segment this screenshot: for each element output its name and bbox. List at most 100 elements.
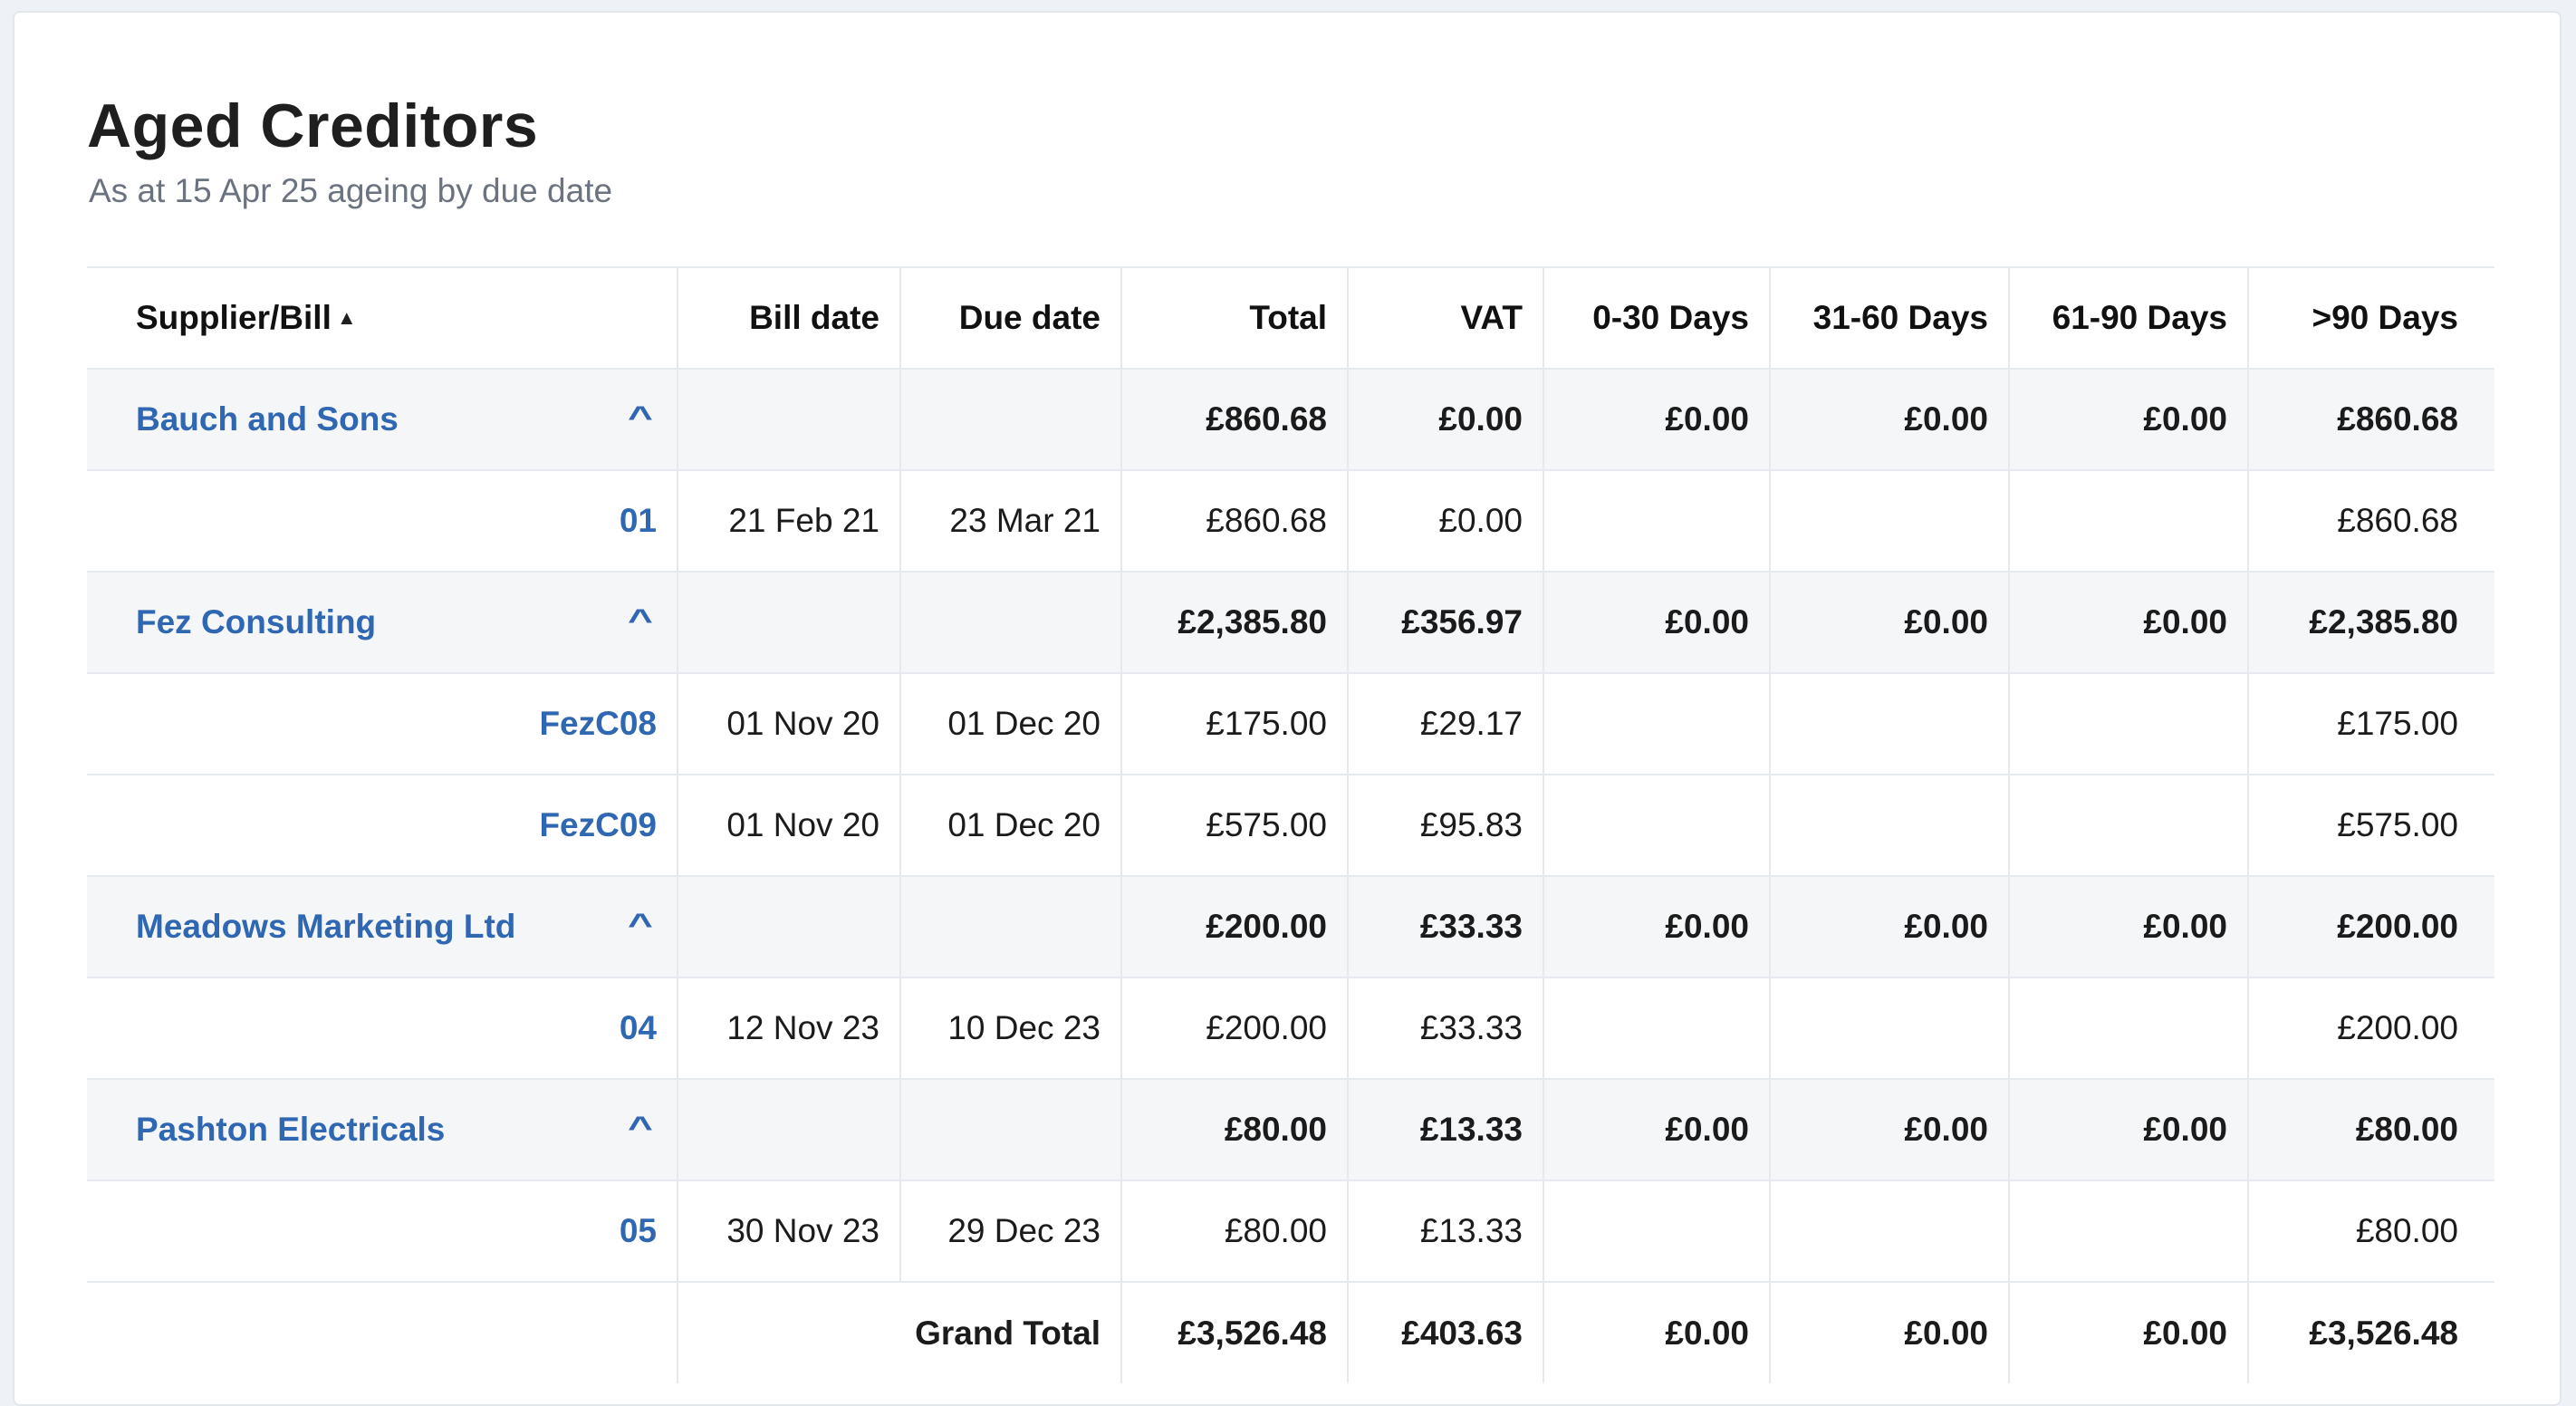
column-header-0-30-days[interactable]: 0-30 Days <box>1543 266 1771 369</box>
report-card: Aged Creditors As at 15 Apr 25 ageing by… <box>13 11 2562 1406</box>
bill-link[interactable]: 01 <box>620 502 657 539</box>
grand-total-label: Grand Total <box>678 1281 1122 1383</box>
column-header-31-60-days[interactable]: 31-60 Days <box>1770 266 2010 369</box>
grand-total-0-30-days: £0.00 <box>1543 1281 1771 1383</box>
empty-cell <box>678 571 901 673</box>
bill-link[interactable]: FezC09 <box>539 806 657 843</box>
supplier-name-cell: Bauch and Sons ^ <box>87 368 678 470</box>
supplier-31-60-days: £0.00 <box>1770 368 2010 470</box>
bill-row: FezC09 01 Nov 20 01 Dec 20 £575.00 £95.8… <box>87 774 2494 876</box>
supplier-over-90-days: £860.68 <box>2248 368 2494 470</box>
grand-total-over-90-days: £3,526.48 <box>2248 1281 2494 1383</box>
bill-due-date: 10 Dec 23 <box>900 977 1122 1079</box>
supplier-31-60-days: £0.00 <box>1770 571 2010 673</box>
bill-61-90-days <box>2009 774 2249 876</box>
bill-0-30-days <box>1543 672 1771 775</box>
bill-link[interactable]: FezC08 <box>539 705 657 742</box>
page-title: Aged Creditors <box>87 91 539 160</box>
supplier-61-90-days: £0.00 <box>2009 368 2249 470</box>
supplier-group-row: Pashton Electricals ^ £80.00 £13.33 £0.00… <box>87 1078 2494 1180</box>
column-header-supplier-label: Supplier/Bill <box>136 299 332 336</box>
aged-creditors-table: Supplier/Bill ▲ Bill date Due date Total … <box>87 266 2494 1383</box>
bill-due-date: 23 Mar 21 <box>900 469 1122 572</box>
column-header-vat[interactable]: VAT <box>1348 266 1544 369</box>
supplier-vat: £33.33 <box>1348 875 1544 977</box>
column-header-total[interactable]: Total <box>1121 266 1349 369</box>
bill-over-90-days: £80.00 <box>2248 1180 2494 1282</box>
bill-vat: £0.00 <box>1348 469 1544 572</box>
bill-31-60-days <box>1770 1180 2010 1282</box>
bill-61-90-days <box>2009 977 2249 1079</box>
bill-0-30-days <box>1543 1180 1771 1282</box>
empty-cell <box>678 875 901 977</box>
supplier-name-cell: Fez Consulting ^ <box>87 571 678 673</box>
supplier-total: £80.00 <box>1121 1078 1349 1180</box>
grand-total-vat: £403.63 <box>1348 1281 1544 1383</box>
column-header-bill-date[interactable]: Bill date <box>678 266 901 369</box>
bill-row: 04 12 Nov 23 10 Dec 23 £200.00 £33.33 £2… <box>87 977 2494 1079</box>
bill-31-60-days <box>1770 672 2010 775</box>
supplier-vat: £13.33 <box>1348 1078 1544 1180</box>
bill-link[interactable]: 04 <box>620 1009 657 1046</box>
supplier-link[interactable]: Fez Consulting <box>136 603 376 640</box>
supplier-61-90-days: £0.00 <box>2009 571 2249 673</box>
report-subtitle: As at 15 Apr 25 ageing by due date <box>89 172 613 209</box>
empty-cell <box>678 368 901 470</box>
bill-ref-cell: 01 <box>87 469 678 572</box>
supplier-over-90-days: £200.00 <box>2248 875 2494 977</box>
supplier-link[interactable]: Pashton Electricals <box>136 1111 445 1148</box>
supplier-31-60-days: £0.00 <box>1770 1078 2010 1180</box>
supplier-total: £200.00 <box>1121 875 1349 977</box>
grand-total-row: Grand Total £3,526.48 £403.63 £0.00 £0.0… <box>87 1281 2494 1383</box>
empty-cell <box>900 368 1122 470</box>
bill-due-date: 29 Dec 23 <box>900 1180 1122 1282</box>
supplier-link[interactable]: Bauch and Sons <box>136 400 399 438</box>
empty-cell <box>900 571 1122 673</box>
supplier-link[interactable]: Meadows Marketing Ltd <box>136 908 515 945</box>
supplier-0-30-days: £0.00 <box>1543 368 1771 470</box>
supplier-over-90-days: £80.00 <box>2248 1078 2494 1180</box>
bill-vat: £95.83 <box>1348 774 1544 876</box>
bill-over-90-days: £200.00 <box>2248 977 2494 1079</box>
bill-ref-cell: 05 <box>87 1180 678 1282</box>
bill-due-date: 01 Dec 20 <box>900 672 1122 775</box>
column-header-supplier[interactable]: Supplier/Bill ▲ <box>87 266 678 369</box>
supplier-61-90-days: £0.00 <box>2009 875 2249 977</box>
chevron-up-icon[interactable]: ^ <box>628 908 653 943</box>
bill-ref-cell: FezC09 <box>87 774 678 876</box>
column-header-61-90-days[interactable]: 61-90 Days <box>2009 266 2249 369</box>
chevron-up-icon[interactable]: ^ <box>628 1111 653 1146</box>
bill-vat: £13.33 <box>1348 1180 1544 1282</box>
supplier-vat: £356.97 <box>1348 571 1544 673</box>
column-header-over-90-days[interactable]: >90 Days <box>2248 266 2494 369</box>
bill-row: 01 21 Feb 21 23 Mar 21 £860.68 £0.00 £86… <box>87 469 2494 572</box>
sort-ascending-icon[interactable]: ▲ <box>337 306 357 330</box>
grand-total-61-90-days: £0.00 <box>2009 1281 2249 1383</box>
column-header-due-date[interactable]: Due date <box>900 266 1122 369</box>
chevron-up-icon[interactable]: ^ <box>628 603 653 639</box>
bill-date: 21 Feb 21 <box>678 469 901 572</box>
bill-31-60-days <box>1770 977 2010 1079</box>
empty-cell <box>900 875 1122 977</box>
bill-date: 01 Nov 20 <box>678 774 901 876</box>
supplier-total: £2,385.80 <box>1121 571 1349 673</box>
bill-vat: £29.17 <box>1348 672 1544 775</box>
bill-total: £860.68 <box>1121 469 1349 572</box>
supplier-name-cell: Pashton Electricals ^ <box>87 1078 678 1180</box>
chevron-up-icon[interactable]: ^ <box>628 400 653 436</box>
supplier-name-cell: Meadows Marketing Ltd ^ <box>87 875 678 977</box>
supplier-31-60-days: £0.00 <box>1770 875 2010 977</box>
bill-0-30-days <box>1543 774 1771 876</box>
bill-total: £575.00 <box>1121 774 1349 876</box>
supplier-61-90-days: £0.00 <box>2009 1078 2249 1180</box>
bill-row: FezC08 01 Nov 20 01 Dec 20 £175.00 £29.1… <box>87 672 2494 775</box>
bill-over-90-days: £575.00 <box>2248 774 2494 876</box>
bill-total: £80.00 <box>1121 1180 1349 1282</box>
bill-link[interactable]: 05 <box>620 1212 657 1249</box>
bill-vat: £33.33 <box>1348 977 1544 1079</box>
bill-31-60-days <box>1770 469 2010 572</box>
supplier-total: £860.68 <box>1121 368 1349 470</box>
bill-total: £200.00 <box>1121 977 1349 1079</box>
table-header-row: Supplier/Bill ▲ Bill date Due date Total … <box>87 266 2494 369</box>
empty-cell <box>87 1281 678 1383</box>
